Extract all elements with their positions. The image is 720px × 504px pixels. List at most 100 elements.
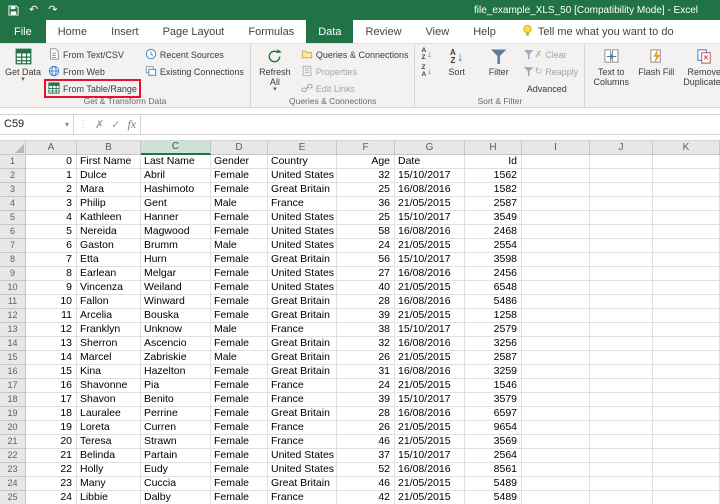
- cell-H11[interactable]: 5486: [465, 295, 522, 309]
- row-header-3[interactable]: 3: [0, 183, 26, 197]
- column-header-D[interactable]: D: [211, 141, 268, 155]
- row-header-15[interactable]: 15: [0, 351, 26, 365]
- cell-K4[interactable]: [653, 197, 720, 211]
- column-header-G[interactable]: G: [395, 141, 465, 155]
- cell-I9[interactable]: [522, 267, 590, 281]
- cell-K11[interactable]: [653, 295, 720, 309]
- row-header-20[interactable]: 20: [0, 421, 26, 435]
- cell-E14[interactable]: Great Britain: [268, 337, 337, 351]
- cell-K3[interactable]: [653, 183, 720, 197]
- cell-G11[interactable]: 16/08/2016: [395, 295, 465, 309]
- cell-B15[interactable]: Marcel: [77, 351, 141, 365]
- row-header-11[interactable]: 11: [0, 295, 26, 309]
- cell-H15[interactable]: 2587: [465, 351, 522, 365]
- cell-H9[interactable]: 2456: [465, 267, 522, 281]
- cell-A10[interactable]: 9: [26, 281, 77, 295]
- cell-I19[interactable]: [522, 407, 590, 421]
- tab-insert[interactable]: Insert: [99, 20, 151, 43]
- cell-J22[interactable]: [590, 449, 653, 463]
- cell-E3[interactable]: Great Britain: [268, 183, 337, 197]
- cell-F2[interactable]: 32: [337, 169, 395, 183]
- cell-D8[interactable]: Female: [211, 253, 268, 267]
- row-header-8[interactable]: 8: [0, 253, 26, 267]
- tab-page-layout[interactable]: Page Layout: [151, 20, 237, 43]
- cell-G13[interactable]: 15/10/2017: [395, 323, 465, 337]
- cell-I8[interactable]: [522, 253, 590, 267]
- cell-A15[interactable]: 14: [26, 351, 77, 365]
- cell-J9[interactable]: [590, 267, 653, 281]
- cell-C8[interactable]: Hurn: [141, 253, 211, 267]
- cell-E6[interactable]: United States: [268, 225, 337, 239]
- cell-B8[interactable]: Etta: [77, 253, 141, 267]
- column-header-A[interactable]: A: [26, 141, 77, 155]
- cell-D21[interactable]: Female: [211, 435, 268, 449]
- cell-C19[interactable]: Perrine: [141, 407, 211, 421]
- cell-I13[interactable]: [522, 323, 590, 337]
- cell-I2[interactable]: [522, 169, 590, 183]
- cancel-icon[interactable]: ✗: [95, 118, 104, 131]
- cell-C25[interactable]: Dalby: [141, 491, 211, 504]
- cell-B10[interactable]: Vincenza: [77, 281, 141, 295]
- cell-E20[interactable]: France: [268, 421, 337, 435]
- cell-J21[interactable]: [590, 435, 653, 449]
- cell-I6[interactable]: [522, 225, 590, 239]
- cell-F15[interactable]: 26: [337, 351, 395, 365]
- cell-A18[interactable]: 17: [26, 393, 77, 407]
- cell-H21[interactable]: 3569: [465, 435, 522, 449]
- undo-icon[interactable]: ↶: [29, 5, 38, 16]
- cell-A20[interactable]: 19: [26, 421, 77, 435]
- cell-K2[interactable]: [653, 169, 720, 183]
- cell-I22[interactable]: [522, 449, 590, 463]
- column-header-J[interactable]: J: [590, 141, 653, 155]
- cell-B12[interactable]: Arcelia: [77, 309, 141, 323]
- cell-K10[interactable]: [653, 281, 720, 295]
- column-header-H[interactable]: H: [465, 141, 522, 155]
- cell-D13[interactable]: Male: [211, 323, 268, 337]
- cell-D16[interactable]: Female: [211, 365, 268, 379]
- cell-G16[interactable]: 16/08/2016: [395, 365, 465, 379]
- cell-K8[interactable]: [653, 253, 720, 267]
- cell-E1[interactable]: Country: [268, 155, 337, 169]
- cell-G24[interactable]: 21/05/2015: [395, 477, 465, 491]
- recent-sources-button[interactable]: Recent Sources: [142, 46, 247, 63]
- cell-H4[interactable]: 2587: [465, 197, 522, 211]
- row-header-7[interactable]: 7: [0, 239, 26, 253]
- cell-C18[interactable]: Benito: [141, 393, 211, 407]
- cell-B17[interactable]: Shavonne: [77, 379, 141, 393]
- cell-K5[interactable]: [653, 211, 720, 225]
- cell-I5[interactable]: [522, 211, 590, 225]
- cell-F5[interactable]: 25: [337, 211, 395, 225]
- from-web-button[interactable]: From Web: [45, 63, 140, 80]
- cell-H18[interactable]: 3579: [465, 393, 522, 407]
- cell-H8[interactable]: 3598: [465, 253, 522, 267]
- cell-J18[interactable]: [590, 393, 653, 407]
- cell-E9[interactable]: United States: [268, 267, 337, 281]
- cell-E17[interactable]: France: [268, 379, 337, 393]
- column-header-I[interactable]: I: [522, 141, 590, 155]
- cell-B22[interactable]: Belinda: [77, 449, 141, 463]
- cell-I25[interactable]: [522, 491, 590, 504]
- cell-G5[interactable]: 15/10/2017: [395, 211, 465, 225]
- cell-I15[interactable]: [522, 351, 590, 365]
- advanced-filter-button[interactable]: Advanced: [521, 80, 582, 97]
- row-header-9[interactable]: 9: [0, 267, 26, 281]
- cell-D1[interactable]: Gender: [211, 155, 268, 169]
- cell-H14[interactable]: 3256: [465, 337, 522, 351]
- cell-A16[interactable]: 15: [26, 365, 77, 379]
- cell-D11[interactable]: Female: [211, 295, 268, 309]
- cell-G6[interactable]: 16/08/2016: [395, 225, 465, 239]
- cell-G7[interactable]: 21/05/2015: [395, 239, 465, 253]
- cell-C10[interactable]: Weiland: [141, 281, 211, 295]
- cell-G12[interactable]: 21/05/2015: [395, 309, 465, 323]
- cell-G18[interactable]: 15/10/2017: [395, 393, 465, 407]
- cell-I3[interactable]: [522, 183, 590, 197]
- cell-D9[interactable]: Female: [211, 267, 268, 281]
- cell-H5[interactable]: 3549: [465, 211, 522, 225]
- formula-input[interactable]: [140, 114, 720, 135]
- cell-J17[interactable]: [590, 379, 653, 393]
- cell-A4[interactable]: 3: [26, 197, 77, 211]
- row-header-14[interactable]: 14: [0, 337, 26, 351]
- row-header-22[interactable]: 22: [0, 449, 26, 463]
- cell-J10[interactable]: [590, 281, 653, 295]
- cell-B11[interactable]: Fallon: [77, 295, 141, 309]
